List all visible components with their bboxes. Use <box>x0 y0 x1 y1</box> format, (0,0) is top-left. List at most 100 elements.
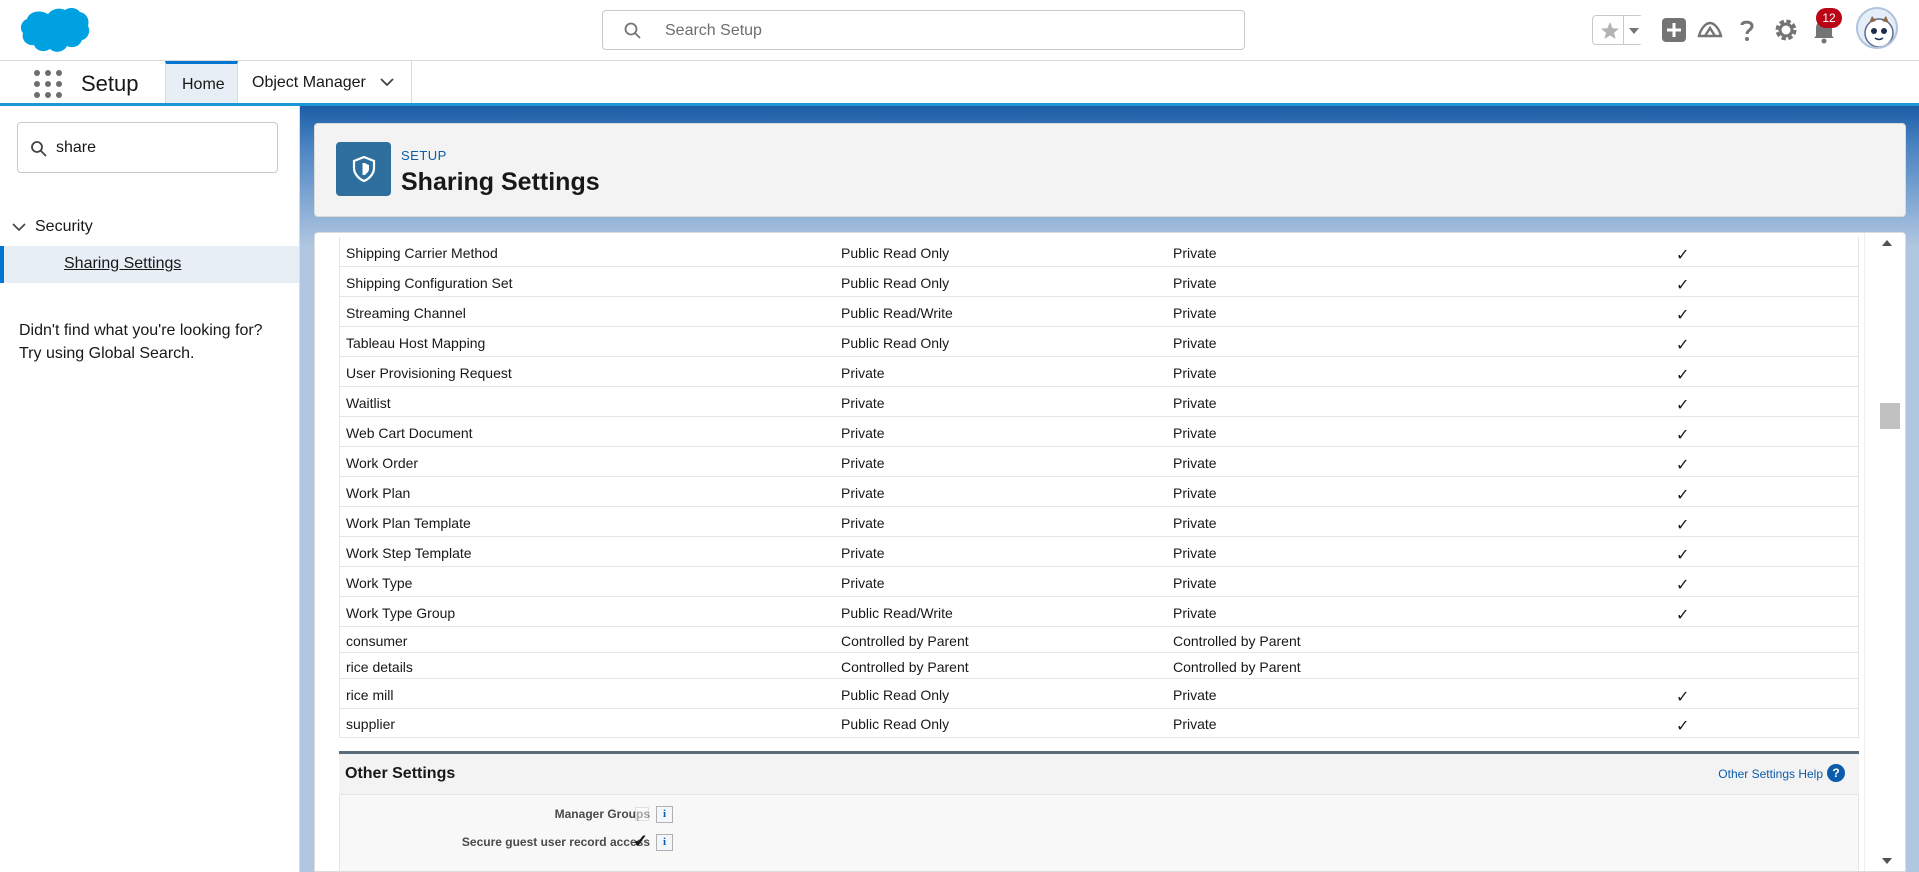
trailhead-icon[interactable] <box>1696 16 1724 44</box>
gear-icon[interactable] <box>1772 16 1800 44</box>
object-cell: Work Type <box>346 575 413 591</box>
setup-sidebar: share Security Sharing Settings Didn't f… <box>0 106 300 872</box>
object-cell: Streaming Channel <box>346 305 466 321</box>
grant-access-checkmark: ✓ <box>1676 307 1690 324</box>
vertical-scrollbar[interactable] <box>1864 233 1905 871</box>
grant-access-checkmark: ✓ <box>1676 689 1690 706</box>
chevron-down-icon[interactable] <box>12 221 26 233</box>
scroll-up-arrow-icon[interactable] <box>1881 239 1893 247</box>
other-settings-body: Manager Groups i Secure guest user recor… <box>339 795 1860 871</box>
internal-access-cell: Private <box>841 485 885 501</box>
table-row: Web Cart Document Private Private ✓ <box>340 417 1858 447</box>
sidebar-item-label[interactable]: Sharing Settings <box>64 255 181 273</box>
internal-access-cell: Public Read Only <box>841 687 950 703</box>
other-settings-help-link[interactable]: Other Settings Help <box>1718 767 1823 781</box>
tab-object-manager[interactable]: Object Manager <box>238 61 412 103</box>
salesforce-cloud-logo[interactable] <box>18 6 90 56</box>
grant-access-checkmark: ✓ <box>1676 607 1690 624</box>
table-row: Shipping Configuration Set Public Read On… <box>340 267 1858 297</box>
object-cell: Tableau Host Mapping <box>346 335 486 351</box>
favorites-dropdown[interactable] <box>1623 16 1643 44</box>
internal-access-cell: Public Read/Write <box>841 305 953 321</box>
sidebar-item-sharing-settings[interactable]: Sharing Settings <box>0 246 299 283</box>
table-row: Work Order Private Private ✓ <box>340 447 1858 477</box>
external-access-cell: Private <box>1173 605 1217 621</box>
breadcrumb: SETUP <box>401 148 447 163</box>
external-access-cell: Private <box>1173 335 1217 351</box>
internal-access-cell: Public Read Only <box>841 275 950 291</box>
grant-access-checkmark: ✓ <box>1676 337 1690 354</box>
search-placeholder: Search Setup <box>665 22 762 39</box>
secure-guest-access-checkmark[interactable]: ✓ <box>633 831 648 852</box>
app-launcher-icon[interactable] <box>34 70 62 98</box>
internal-access-cell: Controlled by Parent <box>841 659 969 675</box>
object-cell: supplier <box>346 716 396 732</box>
internal-access-cell: Private <box>841 575 885 591</box>
internal-access-cell: Private <box>841 455 885 471</box>
table-row: consumer Controlled by Parent Controlled b… <box>340 627 1858 653</box>
object-cell: Shipping Carrier Method <box>346 245 498 261</box>
grant-access-checkmark: ✓ <box>1676 718 1690 735</box>
scroll-down-arrow-icon[interactable] <box>1881 857 1893 865</box>
grant-access-checkmark: ✓ <box>1676 367 1690 384</box>
setting-manager-groups: Manager Groups i <box>340 799 1860 827</box>
other-settings-header: Other Settings Other Settings Help ? <box>339 751 1859 795</box>
search-icon <box>31 141 47 157</box>
notification-badge: 12 <box>1816 8 1842 28</box>
object-cell: rice mill <box>346 687 394 703</box>
chevron-down-icon <box>1629 28 1639 34</box>
manager-groups-checkbox[interactable] <box>635 807 649 821</box>
external-access-cell: Private <box>1173 395 1217 411</box>
object-cell: User Provisioning Request <box>346 365 512 381</box>
internal-access-cell: Public Read Only <box>841 245 950 261</box>
external-access-cell: Private <box>1173 545 1217 561</box>
external-access-cell: Private <box>1173 515 1217 531</box>
sharing-settings-panel: Shipping Carrier Method Public Read Only P… <box>314 232 1906 872</box>
internal-access-cell: Private <box>841 425 885 441</box>
quick-find-input[interactable]: share <box>17 122 278 173</box>
table-row: supplier Public Read Only Private ✓ <box>340 709 1858 738</box>
main-content: SETUP Sharing Settings Shipping Carrier … <box>300 106 1919 872</box>
page-header: SETUP Sharing Settings <box>314 123 1906 217</box>
grant-access-checkmark: ✓ <box>1676 577 1690 594</box>
scroll-thumb[interactable] <box>1880 403 1900 429</box>
page-header-icon <box>336 142 391 196</box>
grant-access-checkmark: ✓ <box>1676 457 1690 474</box>
internal-access-cell: Private <box>841 515 885 531</box>
help-icon[interactable]: ? <box>1827 764 1845 782</box>
table-row: Work Type Private Private ✓ <box>340 567 1858 597</box>
setting-label: Secure guest user record access <box>461 835 650 849</box>
table-row: rice details Controlled by Parent Controll… <box>340 653 1858 679</box>
object-cell: consumer <box>346 633 408 649</box>
table-row: Waitlist Private Private ✓ <box>340 387 1858 417</box>
app-title: Setup <box>81 71 139 96</box>
star-icon[interactable] <box>1599 20 1621 42</box>
info-icon[interactable]: i <box>656 806 673 823</box>
external-access-cell: Private <box>1173 575 1217 591</box>
external-access-cell: Private <box>1173 687 1217 703</box>
object-cell: Work Order <box>346 455 419 471</box>
favorites-button[interactable] <box>1592 15 1643 45</box>
not-found-message: Didn't find what you're looking for? Try… <box>19 319 263 365</box>
avatar[interactable] <box>1856 7 1898 49</box>
object-cell: Work Plan <box>346 485 411 501</box>
external-access-cell: Controlled by Parent <box>1173 659 1301 675</box>
info-icon[interactable]: i <box>656 834 673 851</box>
table-row: Work Type Group Public Read/Write Private ✓ <box>340 597 1858 627</box>
table-row: Streaming Channel Public Read/Write Privat… <box>340 297 1858 327</box>
internal-access-cell: Private <box>841 545 885 561</box>
add-icon[interactable] <box>1660 16 1688 44</box>
tab-object-manager-label: Object Manager <box>252 74 366 91</box>
shield-icon <box>352 155 376 183</box>
grant-access-checkmark: ✓ <box>1676 277 1690 294</box>
search-icon <box>624 22 641 39</box>
internal-access-cell: Public Read Only <box>841 335 950 351</box>
tab-home[interactable]: Home <box>165 61 238 103</box>
chevron-down-icon[interactable] <box>380 77 394 87</box>
other-settings-title: Other Settings <box>345 765 456 782</box>
external-access-cell: Private <box>1173 245 1217 261</box>
help-icon[interactable] <box>1733 16 1761 44</box>
table-row: User Provisioning Request Private Private ✓ <box>340 357 1858 387</box>
external-access-cell: Private <box>1173 305 1217 321</box>
global-search[interactable]: Search Setup <box>602 10 1245 50</box>
